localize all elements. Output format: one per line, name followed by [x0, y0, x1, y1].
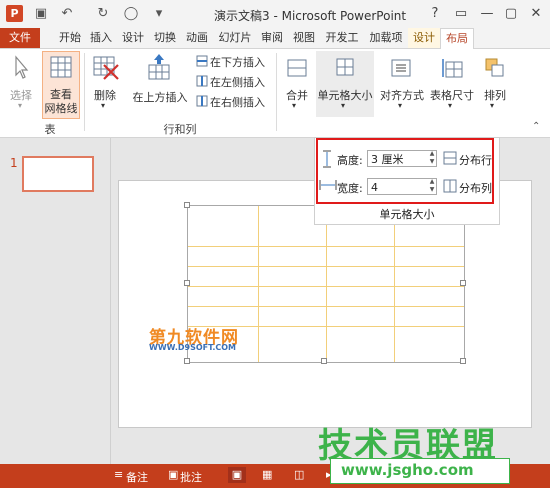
- customize-icon[interactable]: ▾: [150, 5, 168, 23]
- pane-divider: [110, 138, 111, 464]
- minimize-button[interactable]: —: [476, 4, 498, 24]
- tab-view[interactable]: 视图: [290, 28, 318, 48]
- insert-above-button[interactable]: 在上方插入: [130, 89, 190, 105]
- table-gridline: [394, 206, 395, 362]
- help-button[interactable]: ?: [424, 4, 446, 24]
- alignment-icon[interactable]: [390, 57, 412, 79]
- cell-size-button[interactable]: 单元格大小 ▾: [316, 51, 374, 117]
- collapse-ribbon-icon[interactable]: ⌃: [532, 121, 540, 132]
- notes-button[interactable]: 备注: [126, 469, 148, 485]
- comments-button[interactable]: 批注: [180, 469, 202, 485]
- insert-right-icon: [196, 95, 208, 107]
- resize-handle[interactable]: [321, 358, 327, 364]
- tab-slideshow[interactable]: 幻灯片: [215, 28, 255, 48]
- resize-handle[interactable]: [460, 358, 466, 364]
- slide-thumbnail[interactable]: [22, 156, 94, 192]
- undo-icon[interactable]: ↶: [58, 5, 76, 23]
- title-bar: P ▣ ↶ ↻ ◯ ▾ 演示文稿3 - Microsoft PowerPoint…: [0, 0, 550, 28]
- tab-insert[interactable]: 插入: [87, 28, 115, 48]
- tab-animations[interactable]: 动画: [183, 28, 211, 48]
- delete-table-icon[interactable]: [92, 55, 120, 81]
- present-icon[interactable]: ◯: [122, 5, 140, 23]
- view-gridlines-label-2: 网格线: [44, 102, 78, 115]
- select-cursor-icon[interactable]: [10, 55, 32, 81]
- tab-transitions[interactable]: 切换: [151, 28, 179, 48]
- resize-handle[interactable]: [184, 280, 190, 286]
- table-gridline: [258, 206, 259, 362]
- notes-icon: ≡: [114, 468, 124, 481]
- tab-home[interactable]: 开始: [56, 28, 84, 48]
- maximize-button[interactable]: ▢: [500, 4, 522, 24]
- highlight-box: [316, 138, 494, 204]
- merge-dropdown-icon[interactable]: ▾: [292, 101, 296, 110]
- site-watermark-url-box: www.jsgho.com: [330, 458, 510, 484]
- slide-thumbnail-pane: 1: [0, 138, 110, 464]
- cell-size-icon: [336, 58, 354, 76]
- group-rows-cols-label: 行和列: [163, 123, 197, 136]
- group-table-label: 表: [44, 123, 56, 136]
- reading-view-icon[interactable]: ◫: [294, 468, 304, 481]
- group-separator: [84, 53, 85, 131]
- table-gridline: [326, 206, 327, 362]
- arrange-dropdown-icon[interactable]: ▾: [490, 101, 494, 110]
- tab-table-design[interactable]: 设计: [408, 28, 440, 48]
- resize-handle[interactable]: [184, 358, 190, 364]
- site-watermark-url: www.jsgho.com: [341, 461, 474, 479]
- redo-icon[interactable]: ↻: [94, 5, 112, 23]
- slide-number: 1: [10, 156, 18, 170]
- window-title: 演示文稿3 - Microsoft PowerPoint: [214, 9, 407, 23]
- close-button[interactable]: ✕: [525, 4, 547, 24]
- tab-addins[interactable]: 加载项: [366, 28, 406, 48]
- group-separator: [276, 53, 277, 131]
- insert-below-icon: [196, 55, 208, 67]
- delete-dropdown-icon[interactable]: ▾: [101, 101, 105, 110]
- watermark-url: WWW.D9SOFT.COM: [149, 343, 237, 352]
- table-size-icon[interactable]: [442, 57, 464, 79]
- table-size-dropdown-icon[interactable]: ▾: [448, 101, 452, 110]
- insert-left-icon: [196, 75, 208, 87]
- insert-left-button[interactable]: 在左侧插入: [210, 74, 265, 90]
- insert-right-button[interactable]: 在右侧插入: [210, 94, 265, 110]
- normal-view-icon[interactable]: ▣: [228, 467, 246, 483]
- ribbon: 选择 ▾ 查看 网格线 表 删除 ▾ 在上方插入 在下方插入 在左侧插入 在右侧…: [0, 49, 550, 138]
- resize-handle[interactable]: [184, 202, 190, 208]
- tab-table-layout[interactable]: 布局: [440, 28, 474, 50]
- tab-review[interactable]: 审阅: [258, 28, 286, 48]
- ribbon-tabs: 文件 开始 插入 设计 切换 动画 幻灯片 审阅 视图 开发工 加载项 设计 布…: [0, 28, 550, 50]
- tab-file[interactable]: 文件: [0, 28, 40, 48]
- powerpoint-app-icon[interactable]: P: [6, 5, 23, 22]
- insert-below-button[interactable]: 在下方插入: [210, 54, 265, 70]
- arrange-button[interactable]: 排列: [480, 87, 510, 103]
- cell-size-dropdown-icon: ▾: [341, 101, 346, 110]
- comments-icon: ▣: [168, 468, 179, 481]
- merge-icon[interactable]: [286, 57, 308, 79]
- alignment-dropdown-icon[interactable]: ▾: [398, 101, 402, 110]
- slide-sorter-icon[interactable]: ▦: [262, 468, 272, 481]
- ribbon-display-button[interactable]: ▭: [450, 4, 472, 24]
- tab-design[interactable]: 设计: [119, 28, 147, 48]
- merge-button[interactable]: 合并: [282, 87, 312, 103]
- view-gridlines-button[interactable]: 查看 网格线: [42, 51, 80, 119]
- resize-handle[interactable]: [460, 280, 466, 286]
- tab-developer[interactable]: 开发工: [322, 28, 362, 48]
- insert-above-icon[interactable]: [146, 53, 172, 81]
- cell-size-group-label: 单元格大小: [379, 208, 435, 221]
- arrange-icon[interactable]: [484, 57, 506, 79]
- save-icon[interactable]: ▣: [32, 5, 50, 23]
- select-dropdown-icon[interactable]: ▾: [18, 101, 22, 110]
- gridlines-icon: [50, 56, 72, 78]
